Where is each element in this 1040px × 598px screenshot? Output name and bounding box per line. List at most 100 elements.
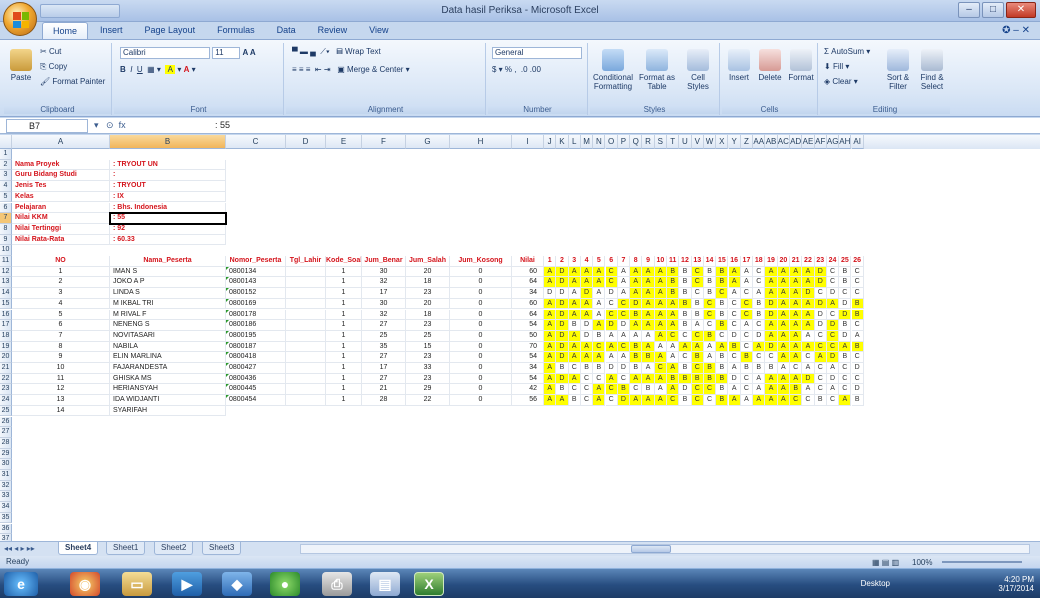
find-select-button[interactable]: Find & Select — [916, 47, 948, 95]
answer-cell[interactable]: B — [753, 298, 766, 310]
column-header-p[interactable]: P — [617, 135, 631, 149]
answer-cell[interactable]: A — [765, 266, 778, 278]
answer-cell[interactable]: D — [814, 298, 827, 310]
score-cell[interactable]: 54 — [512, 352, 544, 363]
answer-cell[interactable]: B — [716, 320, 729, 331]
answer-cell[interactable]: A — [654, 266, 667, 278]
column-header-y[interactable]: Y — [728, 135, 741, 149]
answer-cell[interactable]: C — [814, 288, 827, 299]
answer-cell[interactable]: A — [593, 320, 606, 331]
row-header[interactable]: 13 — [0, 277, 12, 289]
row-number-cell[interactable]: 3 — [12, 288, 110, 299]
row-number-cell[interactable]: 2 — [12, 277, 110, 289]
answer-cell[interactable]: A — [740, 266, 754, 278]
answer-cell[interactable]: A — [777, 320, 790, 331]
birthdate-cell[interactable] — [286, 277, 326, 289]
blank-count-cell[interactable]: 0 — [450, 395, 512, 406]
answer-cell[interactable]: A — [753, 373, 766, 385]
answer-cell[interactable]: B — [667, 373, 680, 385]
answer-cell[interactable]: D — [556, 277, 569, 289]
answer-cell[interactable]: C — [716, 288, 729, 299]
question-number-header[interactable]: 25 — [839, 256, 852, 267]
answer-cell[interactable]: A — [544, 395, 557, 406]
answer-cell[interactable]: D — [679, 384, 692, 396]
row-header[interactable]: 15 — [0, 298, 12, 310]
name-box[interactable]: B7 — [6, 119, 88, 133]
answer-cell[interactable]: C — [593, 373, 606, 385]
answer-cell[interactable]: A — [630, 330, 643, 342]
answer-cell[interactable]: A — [790, 341, 803, 353]
answer-cell[interactable]: C — [740, 330, 754, 342]
blank-count-cell[interactable]: 0 — [450, 330, 512, 342]
answer-cell[interactable]: A — [802, 320, 815, 331]
excel-taskbar-icon[interactable]: X — [414, 572, 444, 596]
answer-cell[interactable]: A — [593, 395, 606, 406]
zoom-control[interactable]: ▦ ▤ ▥ 100% — [872, 557, 1032, 567]
answer-cell[interactable]: B — [703, 363, 717, 374]
answer-cell[interactable]: C — [851, 352, 864, 363]
participant-number-cell[interactable]: 0800445 — [226, 384, 286, 396]
question-code-cell[interactable]: 1 — [326, 309, 362, 321]
blank-count-cell[interactable]: 0 — [450, 373, 512, 385]
answer-cell[interactable]: A — [790, 330, 803, 342]
answer-cell[interactable]: A — [593, 298, 606, 310]
question-number-header[interactable]: 21 — [790, 256, 803, 267]
answer-cell[interactable]: D — [839, 309, 852, 321]
answer-cell[interactable]: B — [703, 373, 717, 385]
answer-cell[interactable]: C — [826, 330, 840, 342]
wrong-count-cell[interactable]: 29 — [406, 384, 450, 396]
answer-cell[interactable]: B — [716, 373, 729, 385]
answer-cell[interactable]: D — [556, 330, 569, 342]
answer-cell[interactable]: A — [703, 341, 717, 353]
answer-cell[interactable]: D — [765, 298, 778, 310]
answer-cell[interactable]: B — [703, 288, 717, 299]
answer-cell[interactable]: C — [691, 288, 704, 299]
fx-icon[interactable]: ▾ ⊙ fx — [94, 119, 214, 133]
tab-data[interactable]: Data — [267, 22, 306, 40]
question-number-header[interactable]: 8 — [630, 256, 643, 267]
question-code-cell[interactable]: 1 — [326, 352, 362, 363]
correct-count-cell[interactable]: 32 — [362, 277, 406, 289]
document-icon[interactable]: ▤ — [370, 572, 400, 596]
table-header[interactable]: Jum_Kosong — [450, 256, 512, 267]
correct-count-cell[interactable]: 35 — [362, 341, 406, 353]
column-header-r[interactable]: R — [642, 135, 655, 149]
birthdate-cell[interactable] — [286, 395, 326, 406]
row-header[interactable]: 11 — [0, 256, 12, 267]
question-number-header[interactable]: 15 — [716, 256, 729, 267]
office-button[interactable] — [3, 2, 37, 36]
answer-cell[interactable]: A — [826, 384, 840, 396]
column-header-ac[interactable]: AC — [777, 135, 790, 149]
question-number-header[interactable]: 17 — [740, 256, 754, 267]
answer-cell[interactable]: C — [814, 363, 827, 374]
answer-cell[interactable]: A — [593, 384, 606, 396]
answer-cell[interactable]: D — [814, 277, 827, 289]
answer-cell[interactable]: B — [716, 352, 729, 363]
answer-cell[interactable]: C — [802, 352, 815, 363]
row-header[interactable]: 1 — [0, 149, 12, 160]
participant-name-cell[interactable]: FAJARANDESTA — [110, 363, 226, 374]
align-top-buttons[interactable]: ▀ ▬ ▄ ⟋▾ ▤ Wrap Text — [292, 47, 381, 61]
answer-cell[interactable]: C — [580, 384, 594, 396]
answer-cell[interactable]: C — [826, 277, 840, 289]
answer-cell[interactable]: C — [740, 288, 754, 299]
answer-cell[interactable]: A — [642, 320, 655, 331]
answer-cell[interactable]: A — [667, 341, 680, 353]
answer-cell[interactable]: B — [568, 395, 581, 406]
answer-cell[interactable]: B — [679, 320, 692, 331]
row-number-cell[interactable]: 8 — [12, 341, 110, 353]
answer-cell[interactable]: C — [617, 309, 631, 321]
score-cell[interactable]: 60 — [512, 298, 544, 310]
answer-cell[interactable]: C — [826, 395, 840, 406]
question-code-cell[interactable]: 1 — [326, 266, 362, 278]
answer-cell[interactable]: B — [753, 363, 766, 374]
row-header[interactable]: 35 — [0, 512, 12, 524]
row-number-cell[interactable]: 6 — [12, 320, 110, 331]
answer-cell[interactable]: A — [544, 363, 557, 374]
row-header[interactable]: 27 — [0, 427, 12, 438]
info-label[interactable]: Nilai KKM — [12, 213, 110, 224]
answer-cell[interactable]: B — [630, 341, 643, 353]
question-code-cell[interactable]: 1 — [326, 395, 362, 406]
score-cell[interactable]: 42 — [512, 384, 544, 396]
birthdate-cell[interactable] — [286, 373, 326, 385]
